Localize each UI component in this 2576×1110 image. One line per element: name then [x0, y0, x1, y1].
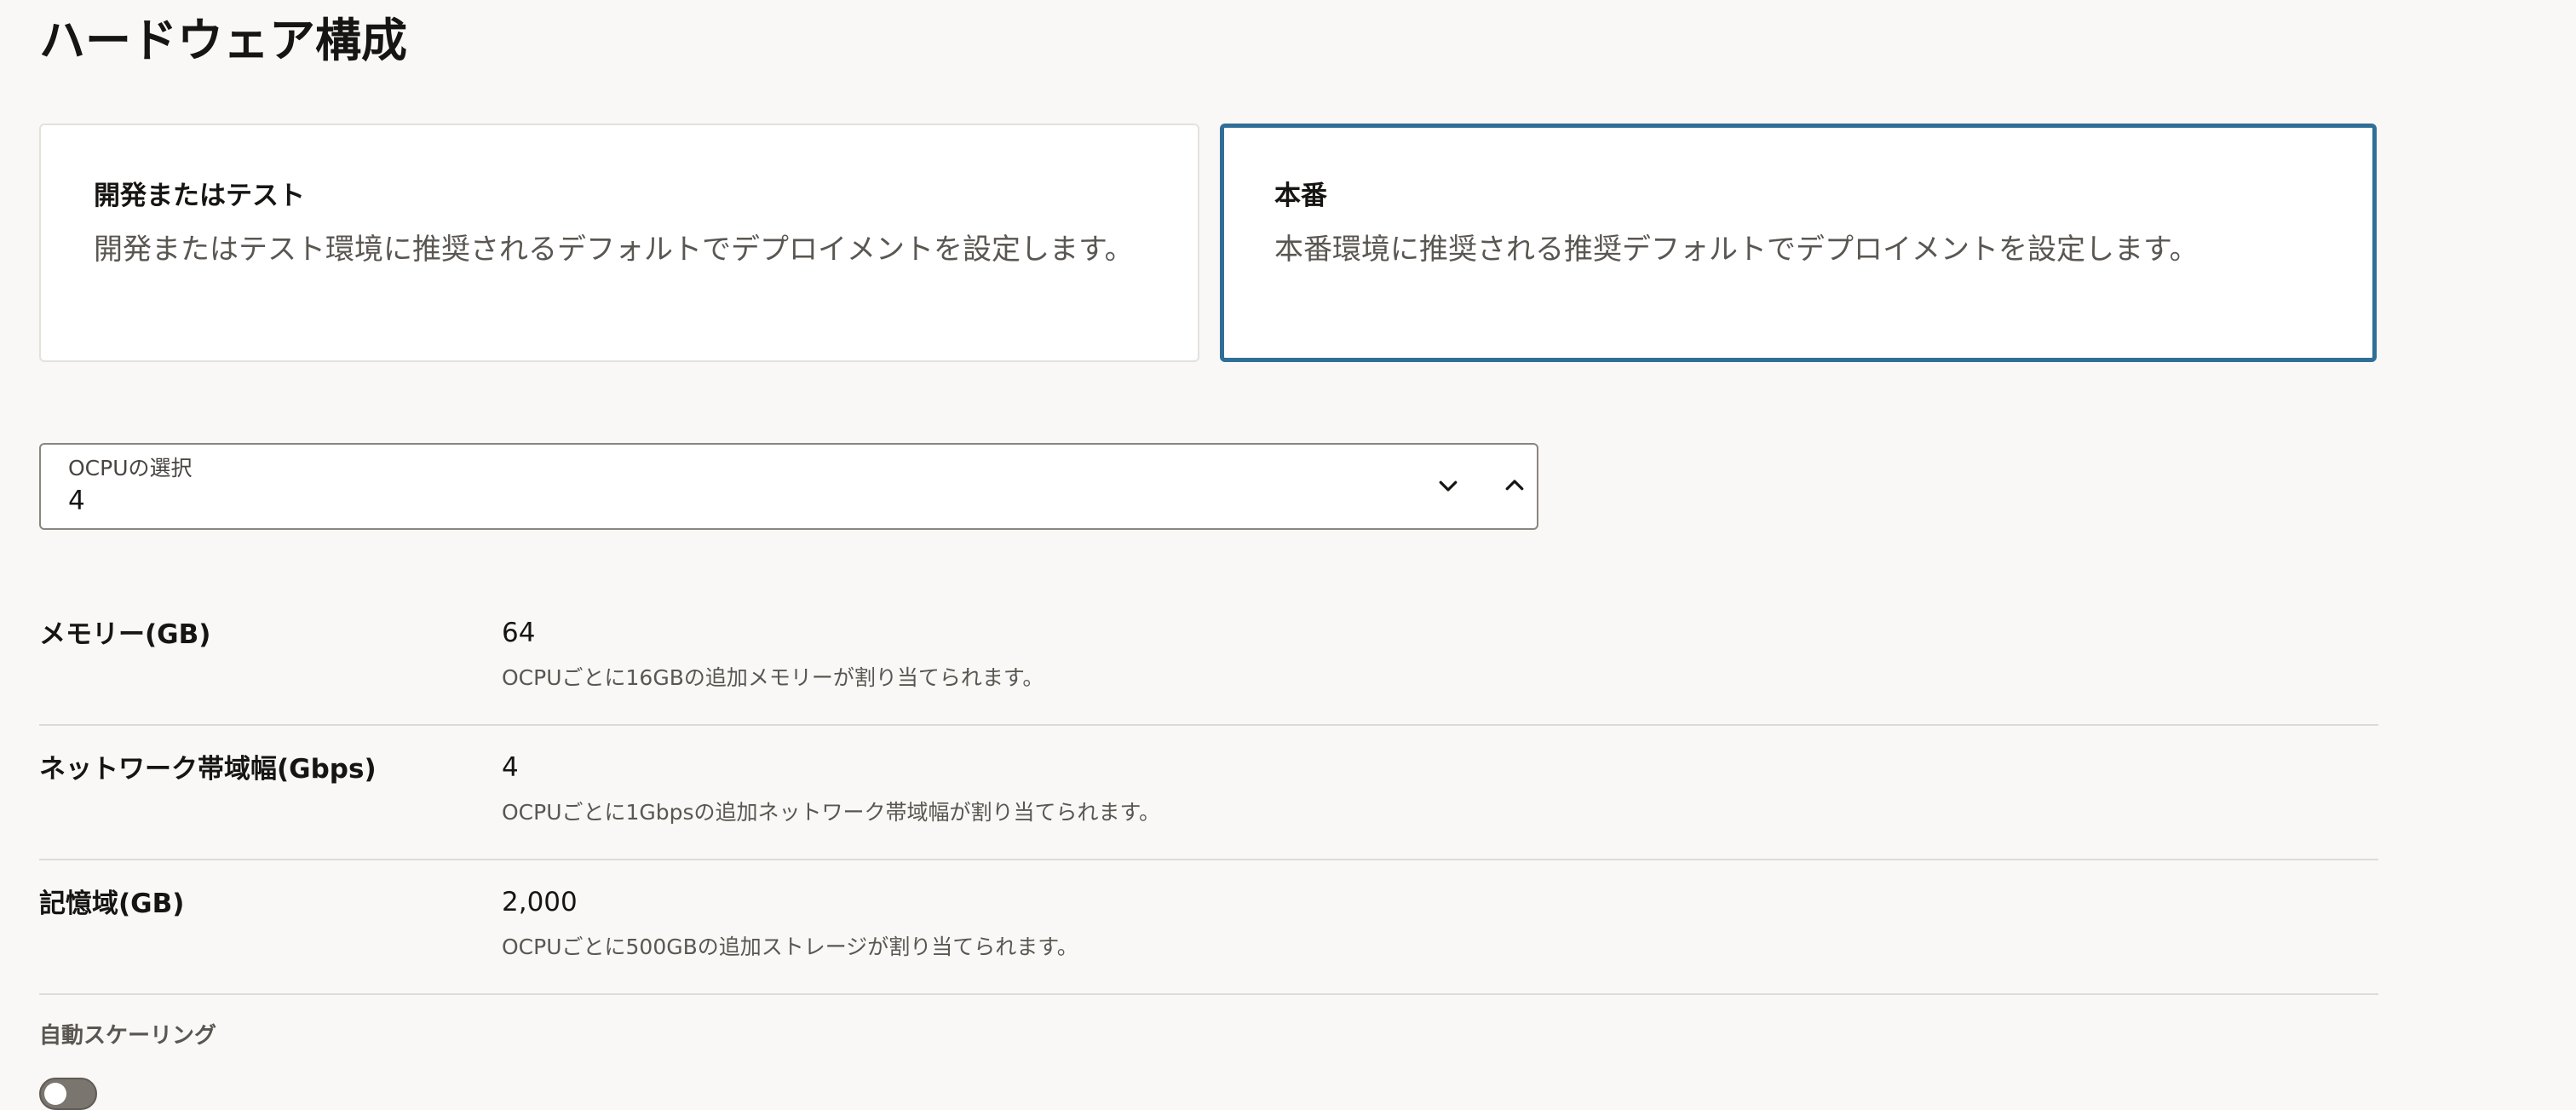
spec-help-text: OCPUごとに1Gbpsの追加ネットワーク帯域幅が割り当てられます。: [502, 800, 1161, 825]
preset-card-description: 開発またはテスト環境に推奨されるデフォルトでデプロイメントを設定します。: [94, 233, 1134, 267]
spec-value: 64: [502, 618, 536, 648]
spec-label: 記憶域(GB): [39, 889, 185, 919]
spec-help-text: OCPUごとに16GBの追加メモリーが割り当てられます。: [502, 665, 1044, 690]
chevron-up-icon: [1502, 473, 1527, 502]
ocpu-label: OCPUの選択: [68, 456, 193, 480]
autoscaling-toggle[interactable]: [39, 1078, 97, 1110]
spec-value: 2,000: [502, 887, 578, 917]
preset-card-production[interactable]: 本番 本番環境に推奨される推奨デフォルトでデプロイメントを設定します。: [1220, 124, 2377, 362]
ocpu-stepper[interactable]: OCPUの選択: [39, 443, 1538, 530]
preset-card-description: 本番環境に推奨される推奨デフォルトでデプロイメントを設定します。: [1274, 233, 2199, 267]
ocpu-decrement-button[interactable]: [1429, 469, 1467, 506]
preset-card-title: 本番: [1274, 181, 1327, 211]
spec-row-network-bandwidth: ネットワーク帯域幅(Gbps) 4 OCPUごとに1Gbpsの追加ネットワーク帯…: [39, 726, 2378, 860]
ocpu-input[interactable]: [68, 482, 1346, 520]
spec-help-text: OCPUごとに500GBの追加ストレージが割り当てられます。: [502, 935, 1078, 959]
spec-label: ネットワーク帯域幅(Gbps): [39, 754, 377, 785]
page-title: ハードウェア構成: [39, 14, 407, 67]
spec-label: メモリー(GB): [39, 619, 211, 650]
preset-card-dev-test[interactable]: 開発またはテスト 開発またはテスト環境に推奨されるデフォルトでデプロイメントを設…: [39, 124, 1199, 362]
spec-value: 4: [502, 752, 519, 783]
spec-row-storage: 記憶域(GB) 2,000 OCPUごとに500GBの追加ストレージが割り当てら…: [39, 860, 2378, 995]
toggle-knob: [44, 1083, 66, 1105]
preset-card-title: 開発またはテスト: [94, 181, 305, 211]
chevron-down-icon: [1435, 473, 1461, 502]
autoscaling-label: 自動スケーリング: [39, 1023, 217, 1049]
ocpu-increment-button[interactable]: [1496, 469, 1533, 506]
spec-row-memory: メモリー(GB) 64 OCPUごとに16GBの追加メモリーが割り当てられます。: [39, 591, 2378, 726]
